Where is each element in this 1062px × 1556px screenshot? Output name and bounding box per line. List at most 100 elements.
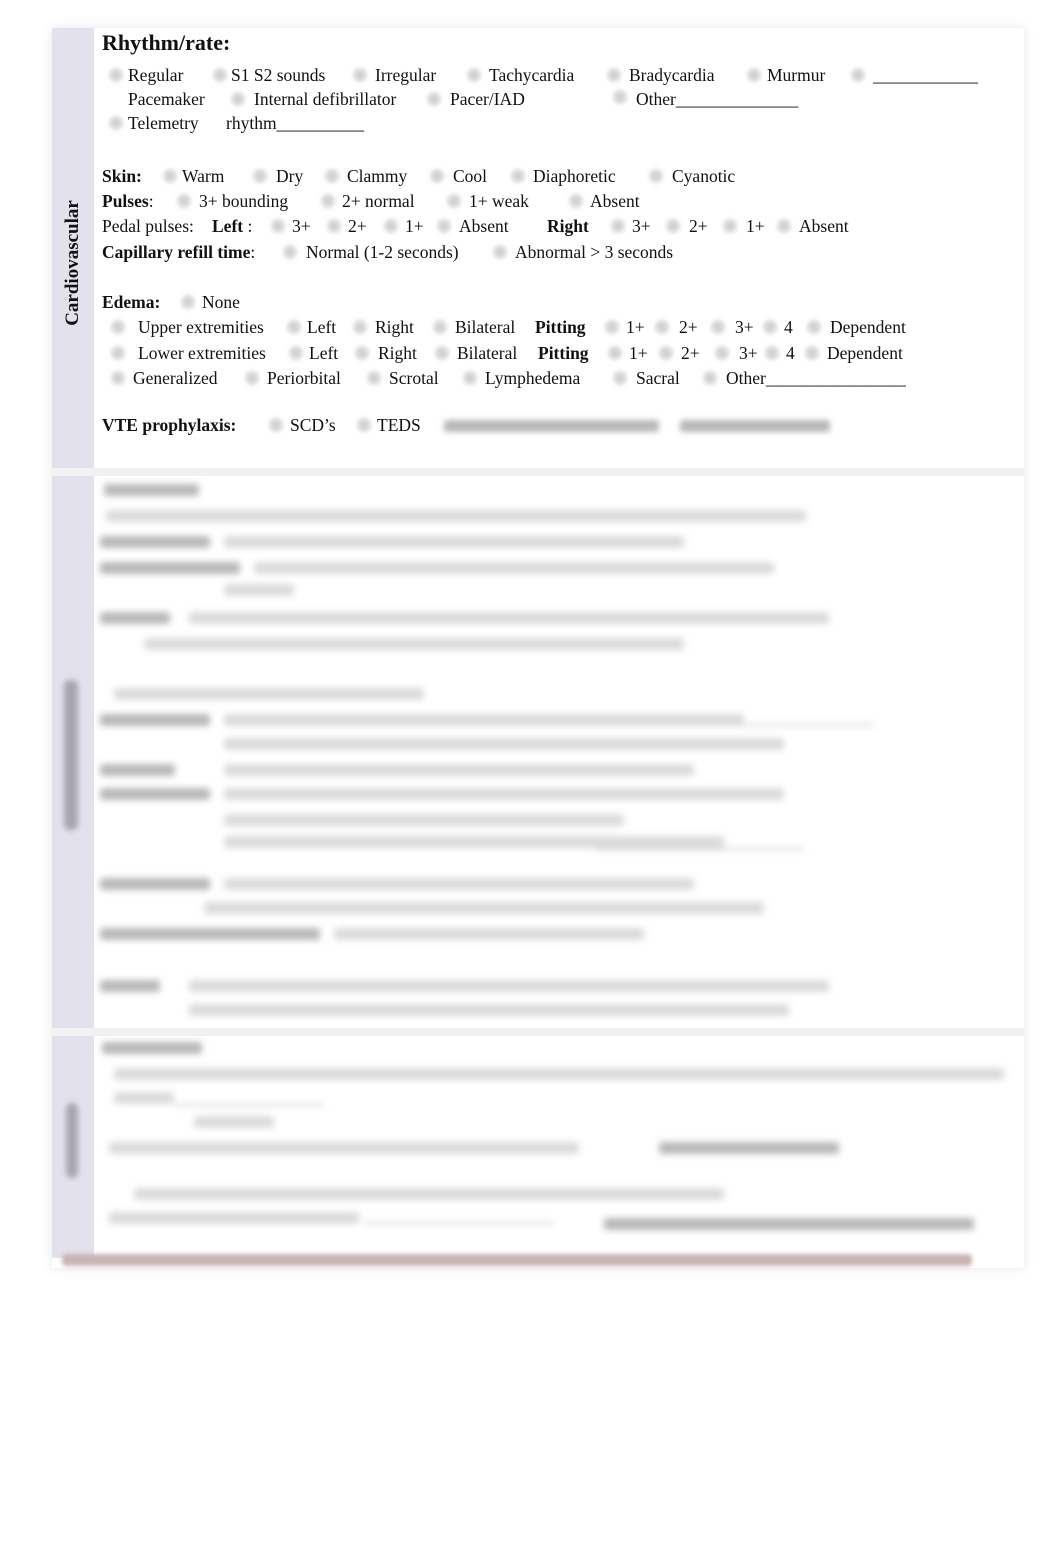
pulses-row: Pulses: 3+ bounding 2+ normal 1+ weak Ab…: [102, 190, 1002, 212]
option-lower-3plus: 3+: [739, 343, 758, 363]
checkbox-tachycardia[interactable]: [466, 66, 482, 84]
option-upper-left: Left: [307, 317, 337, 337]
checkbox-regular[interactable]: [108, 66, 124, 84]
option-edema-other[interactable]: Other________________: [726, 367, 906, 389]
checkbox-lower-4[interactable]: [764, 344, 780, 362]
checkbox-2plus-normal[interactable]: [320, 192, 336, 210]
checkbox-left-3plus[interactable]: [270, 217, 286, 235]
checkbox-murmur-other[interactable]: [850, 66, 866, 84]
edema-row: Edema: None: [102, 291, 1002, 313]
checkbox-warm[interactable]: [162, 167, 178, 185]
blurred-label: [100, 788, 210, 800]
checkbox-lower-3plus[interactable]: [714, 344, 730, 362]
checkbox-right-1plus[interactable]: [722, 217, 738, 235]
option-scrotal: Scrotal: [389, 368, 439, 388]
checkbox-3plus-bounding[interactable]: [176, 192, 192, 210]
blurred-line: [114, 1092, 174, 1104]
checkbox-teds[interactable]: [356, 416, 372, 434]
cardiovascular-section: Rhythm/rate: Regular S1 S2 sounds Irregu…: [94, 28, 1020, 468]
section-divider: [52, 468, 1024, 476]
murmur-blank[interactable]: ____________: [873, 64, 978, 86]
checkbox-1plus-weak[interactable]: [446, 192, 462, 210]
pedal-left-label: Left: [212, 216, 244, 236]
checkbox-lower-dependent[interactable]: [804, 344, 820, 362]
checkbox-edema-other[interactable]: [702, 369, 718, 387]
option-upper-bilateral: Bilateral: [455, 317, 516, 337]
blurred-line: [224, 814, 624, 826]
checkbox-clammy[interactable]: [324, 167, 340, 185]
checkbox-abnormal-refill[interactable]: [492, 243, 508, 261]
checkbox-generalized[interactable]: [110, 369, 126, 387]
option-other[interactable]: Other______________: [636, 88, 798, 110]
checkbox-diaphoretic[interactable]: [510, 167, 526, 185]
telemetry-rhythm-field[interactable]: rhythm__________: [226, 112, 364, 134]
checkbox-upper-3plus[interactable]: [710, 318, 726, 336]
checkbox-lower-2plus[interactable]: [658, 344, 674, 362]
checkbox-lower-1plus[interactable]: [607, 344, 623, 362]
option-teds: TEDS: [377, 415, 421, 435]
checkbox-edema-none[interactable]: [180, 293, 196, 311]
checkbox-cool[interactable]: [429, 167, 445, 185]
option-edema-none: None: [202, 292, 240, 312]
blurred-line: [114, 688, 424, 700]
blurred-line: [189, 980, 829, 992]
blank-line: [364, 1222, 554, 1224]
checkbox-upper-right[interactable]: [352, 318, 368, 336]
checkbox-murmur[interactable]: [746, 66, 762, 84]
checkbox-cyanotic[interactable]: [648, 167, 664, 185]
checkbox-pacer-iad[interactable]: [426, 90, 442, 108]
section-sidebar: Cardiovascular: [52, 28, 94, 1258]
blurred-label: [100, 612, 170, 624]
checkbox-lower-extremities[interactable]: [110, 344, 126, 362]
checkbox-irregular[interactable]: [352, 66, 368, 84]
blank-line: [744, 724, 874, 726]
blurred-line: [224, 584, 294, 596]
checkbox-absent[interactable]: [568, 192, 584, 210]
blurred-line: [224, 714, 744, 726]
checkbox-bradycardia[interactable]: [606, 66, 622, 84]
checkbox-right-3plus[interactable]: [610, 217, 626, 235]
checkbox-left-2plus[interactable]: [326, 217, 342, 235]
option-diaphoretic: Diaphoretic: [533, 166, 616, 186]
blank-line: [174, 1104, 324, 1106]
checkbox-lymphedema[interactable]: [462, 369, 478, 387]
checkbox-right-absent[interactable]: [776, 217, 792, 235]
checkbox-upper-left[interactable]: [286, 318, 302, 336]
checkbox-left-1plus[interactable]: [383, 217, 399, 235]
checkbox-upper-4[interactable]: [762, 318, 778, 336]
checkbox-sacral[interactable]: [612, 369, 628, 387]
option-clammy: Clammy: [347, 166, 408, 186]
option-lower-right: Right: [378, 343, 417, 363]
checkbox-periorbital[interactable]: [244, 369, 260, 387]
option-pacemaker: Pacemaker: [128, 89, 205, 109]
checkbox-upper-1plus[interactable]: [604, 318, 620, 336]
option-normal-refill: Normal (1-2 seconds): [306, 242, 459, 262]
option-upper-3plus: 3+: [735, 317, 754, 337]
checkbox-other[interactable]: [612, 88, 628, 106]
assessment-form-page: Cardiovascular Rhythm/rate: Regular S1 S…: [52, 28, 1024, 1268]
blurred-label: [100, 536, 210, 548]
option-upper-1plus: 1+: [626, 317, 645, 337]
option-upper-extremities: Upper extremities: [138, 317, 264, 337]
checkbox-internal-defibrillator[interactable]: [230, 90, 246, 108]
checkbox-lower-left[interactable]: [288, 344, 304, 362]
checkbox-telemetry[interactable]: [108, 114, 124, 132]
checkbox-lower-bilateral[interactable]: [434, 344, 450, 362]
checkbox-upper-bilateral[interactable]: [432, 318, 448, 336]
pedal-pulses-label: Pedal pulses:: [102, 216, 194, 236]
blurred-line: [224, 788, 784, 800]
checkbox-upper-dependent[interactable]: [806, 318, 822, 336]
checkbox-normal-refill[interactable]: [282, 243, 298, 261]
checkbox-scds[interactable]: [268, 416, 284, 434]
checkbox-left-absent[interactable]: [436, 217, 452, 235]
checkbox-s1s2[interactable]: [212, 66, 228, 84]
handwritten-note-blurred: [604, 1218, 974, 1230]
checkbox-upper-extremities[interactable]: [110, 318, 126, 336]
checkbox-right-2plus[interactable]: [665, 217, 681, 235]
blurred-line: [224, 836, 724, 848]
checkbox-upper-2plus[interactable]: [654, 318, 670, 336]
checkbox-scrotal[interactable]: [366, 369, 382, 387]
rhythm-title: Rhythm/rate:: [102, 30, 231, 55]
checkbox-dry[interactable]: [252, 167, 268, 185]
checkbox-lower-right[interactable]: [354, 344, 370, 362]
